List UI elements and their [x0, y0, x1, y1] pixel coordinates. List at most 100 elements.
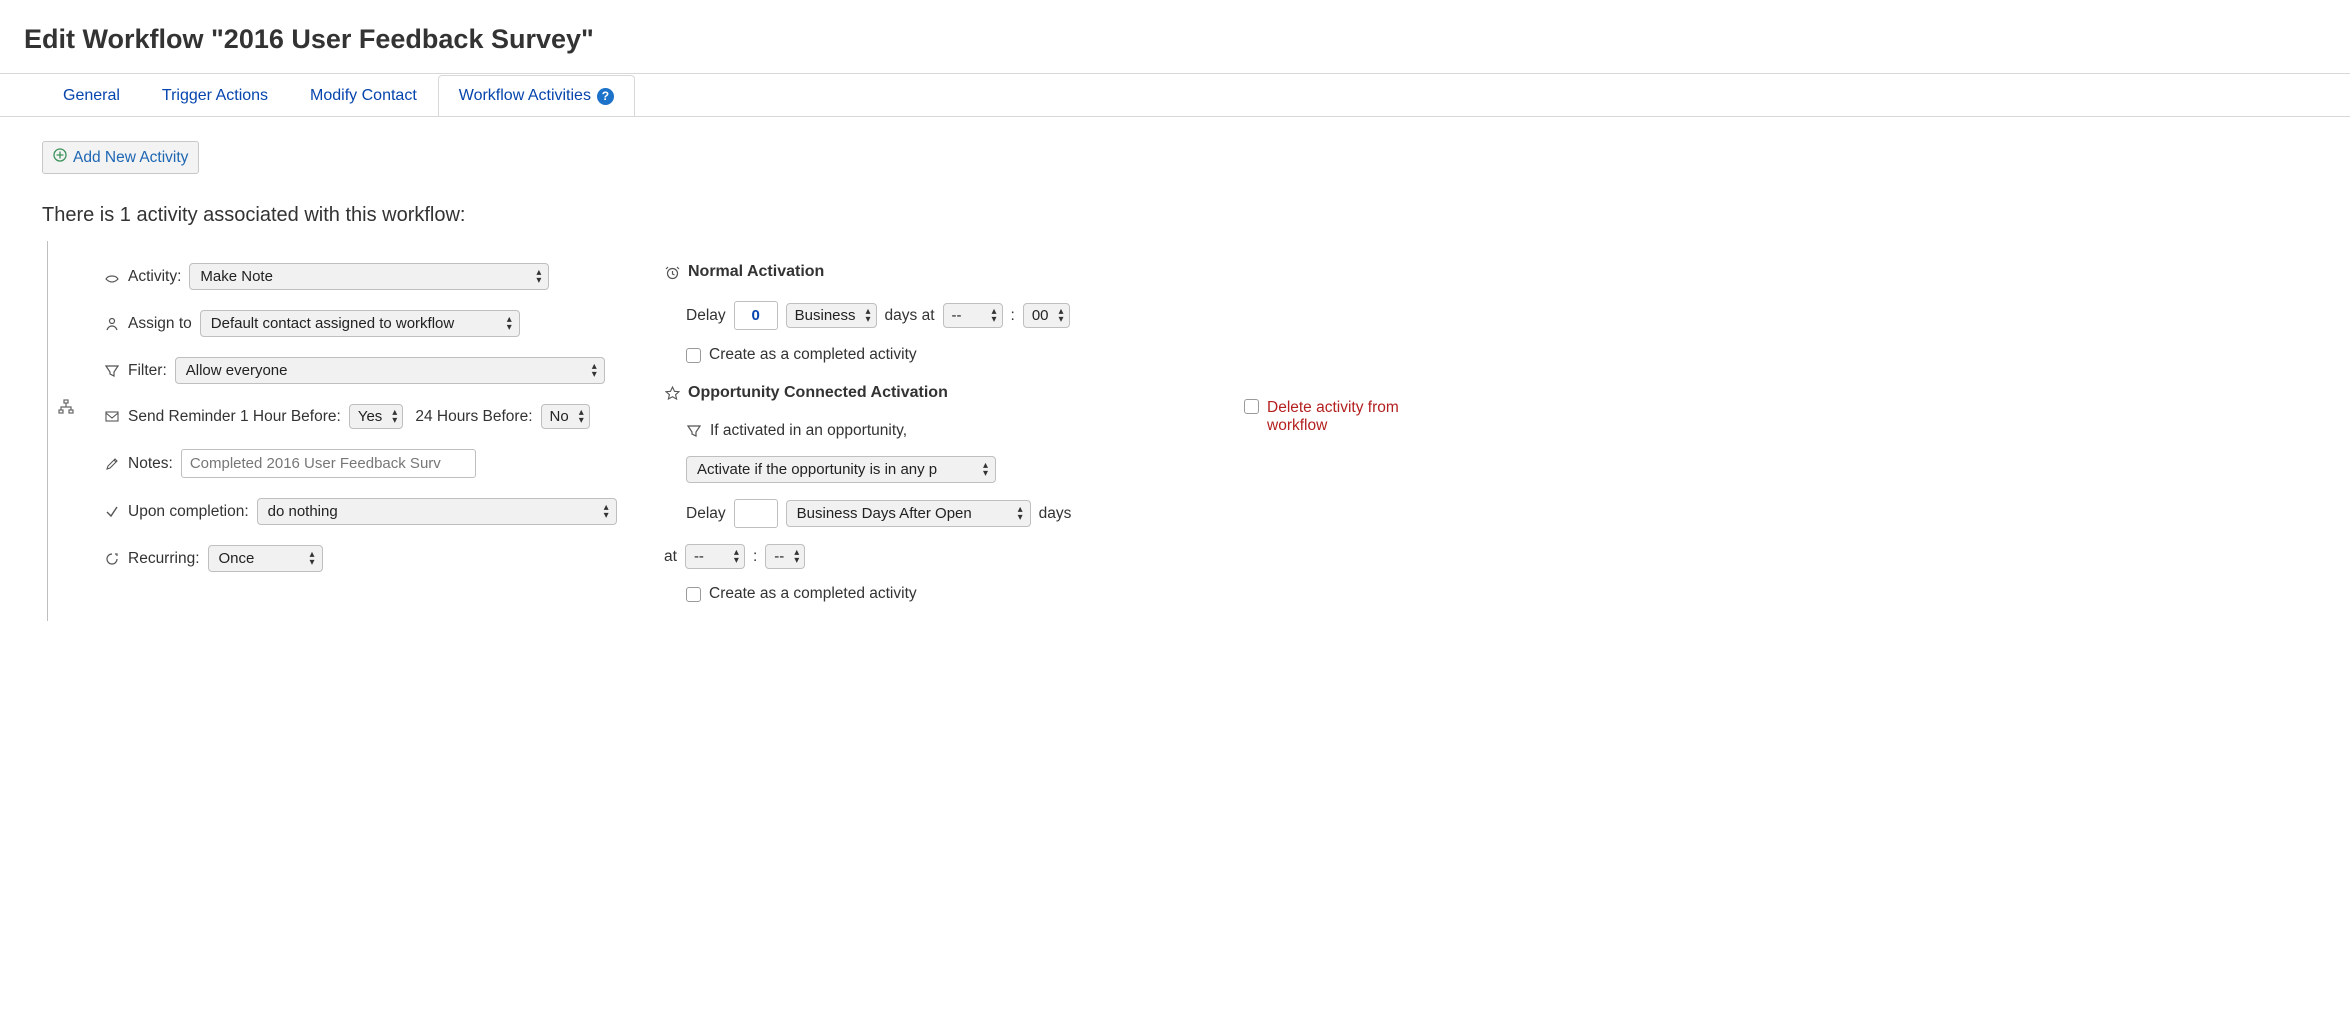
upon-completion-label: Upon completion: — [128, 503, 249, 521]
tree-icon — [58, 399, 74, 415]
filter-label: Filter: — [128, 362, 167, 380]
normal-daytype-value: Business — [795, 307, 856, 324]
tab-modify-contact[interactable]: Modify Contact — [289, 75, 438, 117]
tab-workflow-activities[interactable]: Workflow Activities ? — [438, 75, 635, 117]
chevron-updown-icon: ▴▾ — [309, 551, 313, 567]
opp-pipeline-select[interactable]: Activate if the opportunity is in any p … — [686, 456, 996, 483]
opp-colon: : — [753, 548, 757, 566]
add-new-activity-label: Add New Activity — [73, 149, 188, 167]
opp-completed-checkbox[interactable] — [686, 587, 701, 602]
chevron-updown-icon: ▴▾ — [1059, 308, 1063, 324]
activity-count-text: There is 1 activity associated with this… — [42, 204, 2326, 227]
opp-delay-label: Delay — [686, 505, 726, 523]
normal-activation-title: Normal Activation — [688, 263, 824, 281]
reminder-24hr-select[interactable]: No ▴▾ — [541, 404, 590, 429]
delete-column: Delete activity from workflow — [1244, 259, 1424, 435]
upon-completion-select[interactable]: do nothing ▴▾ — [257, 498, 617, 525]
activity-tree-handle — [48, 259, 84, 415]
normal-days-at-label: days at — [885, 307, 935, 325]
tab-trigger-actions[interactable]: Trigger Actions — [141, 75, 289, 117]
normal-activation-header: Normal Activation — [664, 263, 1224, 281]
chevron-updown-icon: ▴▾ — [507, 316, 511, 332]
opp-minute-value: -- — [774, 548, 784, 565]
chevron-updown-icon: ▴▾ — [592, 363, 596, 379]
chevron-updown-icon: ▴▾ — [1018, 506, 1022, 522]
help-icon[interactable]: ? — [597, 88, 614, 105]
reminder-24hr-value: No — [550, 408, 569, 425]
chevron-updown-icon: ▴▾ — [866, 308, 870, 324]
normal-colon: : — [1011, 307, 1015, 325]
chevron-updown-icon: ▴▾ — [392, 409, 396, 425]
normal-minute-select[interactable]: 00 ▴▾ — [1023, 303, 1070, 328]
chevron-updown-icon: ▴▾ — [734, 549, 738, 565]
normal-delay-input[interactable] — [734, 301, 778, 330]
normal-hour-select[interactable]: -- ▴▾ — [943, 303, 1003, 328]
opp-days-word: days — [1039, 505, 1072, 523]
opp-pipeline-value: Activate if the opportunity is in any p — [697, 461, 937, 478]
person-icon — [104, 316, 120, 332]
chevron-updown-icon: ▴▾ — [536, 269, 540, 285]
opportunity-activation-title: Opportunity Connected Activation — [688, 384, 948, 402]
reminder-1hr-select[interactable]: Yes ▴▾ — [349, 404, 404, 429]
chevron-updown-icon: ▴▾ — [604, 504, 608, 520]
activity-card: Activity: Make Note ▴▾ Assign to Default… — [47, 241, 2326, 621]
star-icon — [664, 385, 680, 401]
delete-activity-label: Delete activity from workflow — [1267, 399, 1424, 435]
notes-label: Notes: — [128, 455, 173, 473]
recurring-icon — [104, 551, 120, 567]
chevron-updown-icon: ▴▾ — [983, 462, 987, 478]
opp-if-activated-label: If activated in an opportunity, — [710, 422, 907, 440]
delete-activity-checkbox[interactable] — [1244, 399, 1259, 414]
notes-input[interactable] — [181, 449, 476, 478]
normal-minute-value: 00 — [1032, 307, 1049, 324]
opp-days-after-select[interactable]: Business Days After Open ▴▾ — [786, 500, 1031, 527]
page-title: Edit Workflow "2016 User Feedback Survey… — [24, 24, 2326, 55]
delete-activity-link[interactable]: Delete activity from workflow — [1244, 399, 1424, 435]
recurring-value: Once — [219, 550, 255, 567]
filter-icon — [104, 363, 120, 379]
assign-to-select[interactable]: Default contact assigned to workflow ▴▾ — [200, 310, 520, 337]
opp-days-after-value: Business Days After Open — [797, 505, 972, 522]
add-icon — [53, 148, 67, 167]
activity-select-value: Make Note — [200, 268, 273, 285]
checkmark-icon — [104, 504, 120, 520]
tabs: General Trigger Actions Modify Contact W… — [24, 75, 2326, 117]
alarm-icon — [664, 264, 680, 280]
opp-completed-label: Create as a completed activity — [709, 585, 917, 603]
chevron-updown-icon: ▴▾ — [579, 409, 583, 425]
tab-workflow-activities-label: Workflow Activities — [459, 87, 591, 105]
reminder-1hr-label: Send Reminder 1 Hour Before: — [128, 408, 341, 426]
tab-general[interactable]: General — [42, 75, 141, 117]
chevron-updown-icon: ▴▾ — [794, 549, 798, 565]
tabs-underline — [0, 116, 2350, 117]
normal-delay-label: Delay — [686, 307, 726, 325]
filter-select[interactable]: Allow everyone ▴▾ — [175, 357, 605, 384]
chevron-updown-icon: ▴▾ — [992, 308, 996, 324]
normal-completed-label: Create as a completed activity — [709, 346, 917, 364]
recurring-select[interactable]: Once ▴▾ — [208, 545, 323, 572]
opp-at-word: at — [664, 548, 677, 566]
activity-right-column: Normal Activation Delay Business ▴▾ days… — [664, 259, 1224, 603]
activity-label: Activity: — [128, 268, 181, 286]
reminder-24hr-label: 24 Hours Before: — [415, 408, 532, 426]
pencil-icon — [104, 456, 120, 472]
opp-minute-select[interactable]: -- ▴▾ — [765, 544, 805, 569]
recurring-label: Recurring: — [128, 550, 200, 568]
divider-top — [0, 73, 2350, 74]
filter-value: Allow everyone — [186, 362, 288, 379]
filter-icon — [686, 423, 702, 439]
opp-delay-input[interactable] — [734, 499, 778, 528]
mail-icon — [104, 409, 120, 425]
normal-completed-checkbox[interactable] — [686, 348, 701, 363]
normal-daytype-select[interactable]: Business ▴▾ — [786, 303, 877, 328]
normal-hour-value: -- — [952, 307, 962, 324]
upon-completion-value: do nothing — [268, 503, 338, 520]
reminder-1hr-value: Yes — [358, 408, 382, 425]
opportunity-activation-header: Opportunity Connected Activation — [664, 384, 1224, 402]
add-new-activity-button[interactable]: Add New Activity — [42, 141, 199, 174]
assign-to-label: Assign to — [128, 315, 192, 333]
activity-select[interactable]: Make Note ▴▾ — [189, 263, 549, 290]
opp-hour-value: -- — [694, 548, 704, 565]
opp-hour-select[interactable]: -- ▴▾ — [685, 544, 745, 569]
assign-to-value: Default contact assigned to workflow — [211, 315, 454, 332]
